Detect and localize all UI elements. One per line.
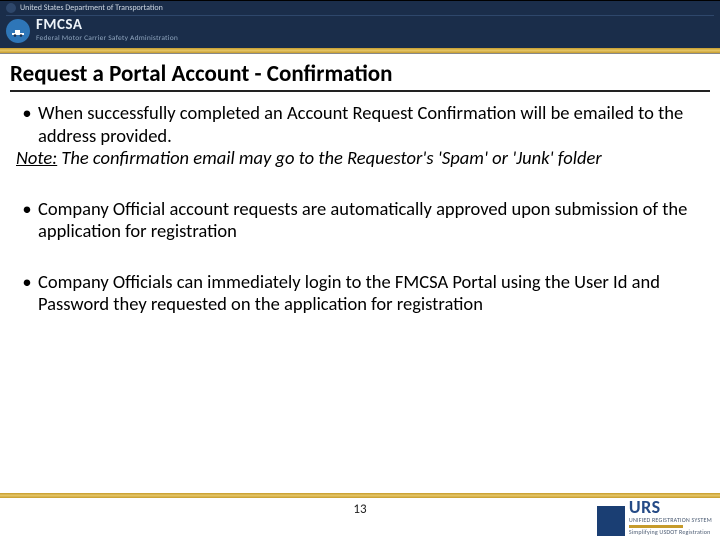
title-underline bbox=[10, 90, 710, 92]
urs-logo-sub2: Simplifying USDOT Registration bbox=[629, 528, 711, 536]
agency-name: FMCSA bbox=[36, 18, 178, 33]
bullet-1-text: When successfully completed an Account R… bbox=[38, 102, 700, 147]
urs-logo-main: URS bbox=[629, 498, 661, 516]
dot-seal-icon bbox=[6, 3, 16, 13]
bullet-block-1: • When successfully completed an Account… bbox=[16, 102, 700, 170]
slide: United States Department of Transportati… bbox=[0, 0, 720, 540]
urs-logo-sub1: UNIFIED REGISTRATION SYSTEM bbox=[629, 516, 712, 524]
department-text: United States Department of Transportati… bbox=[20, 3, 163, 13]
bullet-block-3: • Company Officials can immediately logi… bbox=[16, 271, 700, 316]
department-row: United States Department of Transportati… bbox=[6, 3, 714, 16]
fmcsa-logo-icon bbox=[6, 19, 30, 43]
bullet-dot-icon: • bbox=[16, 198, 38, 243]
bullet-block-2: • Company Official account requests are … bbox=[16, 198, 700, 243]
note-text: The confirmation email may go to the Req… bbox=[57, 146, 601, 169]
bullet-dot-icon: • bbox=[16, 102, 38, 147]
bullet-2-text: Company Official account requests are au… bbox=[38, 198, 700, 243]
agency-subtitle: Federal Motor Carrier Safety Administrat… bbox=[36, 35, 178, 43]
header-bar: United States Department of Transportati… bbox=[0, 0, 720, 48]
note-label: Note: bbox=[16, 146, 57, 169]
footer: 13 URS UNIFIED REGISTRATION SYSTEM Simpl… bbox=[0, 493, 720, 540]
content-area: Request a Portal Account - Confirmation … bbox=[0, 54, 720, 540]
agency-row: FMCSA Federal Motor Carrier Safety Admin… bbox=[6, 16, 714, 43]
note-line: Note: The confirmation email may go to t… bbox=[16, 147, 700, 170]
slide-title: Request a Portal Account - Confirmation bbox=[10, 60, 710, 90]
urs-logo: URS UNIFIED REGISTRATION SYSTEM Simplify… bbox=[597, 498, 712, 536]
page-number: 13 bbox=[353, 502, 366, 517]
bullet-3-text: Company Officials can immediately login … bbox=[38, 271, 700, 316]
urs-logo-block-icon bbox=[597, 506, 625, 536]
slide-body: • When successfully completed an Account… bbox=[10, 102, 710, 316]
bullet-dot-icon: • bbox=[16, 271, 38, 316]
